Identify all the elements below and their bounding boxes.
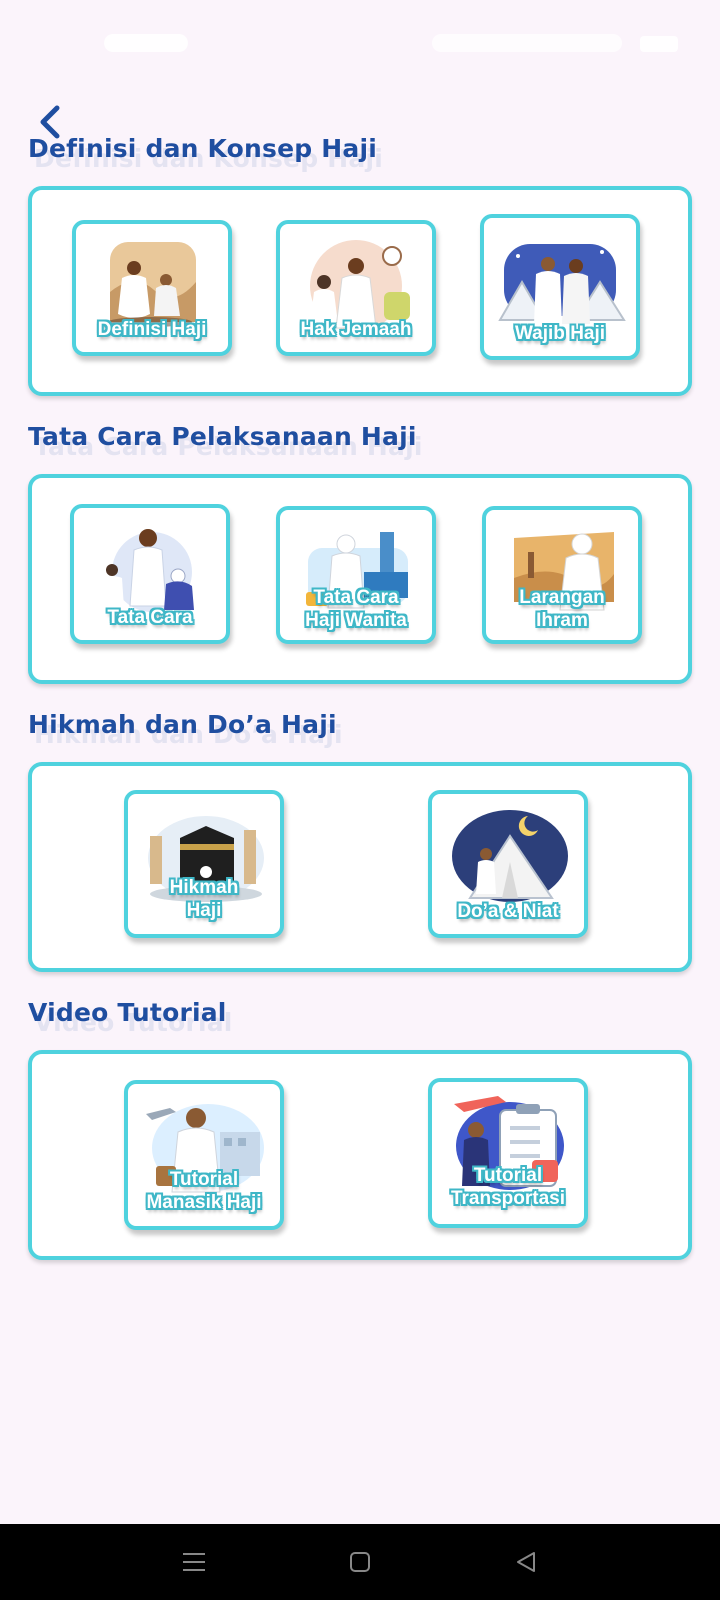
tile-doa-niat[interactable]: Do’a & Niat [428, 790, 588, 938]
tile-label-line: Haji Wanita [305, 610, 407, 631]
tile-label-line: Tutorial [169, 1169, 239, 1190]
tile-label-multiline: Tutorial Transportasi [432, 1164, 584, 1210]
tile-label-multiline: Hikmah Haji [128, 876, 280, 922]
recent-apps-button[interactable] [174, 1542, 214, 1582]
status-time [104, 34, 188, 52]
section-title-text: Hikmah dan Do’a Haji [28, 710, 337, 739]
tile-label-line: Tutorial [473, 1165, 543, 1186]
tile-definisi-haji[interactable]: Definisi Haji [72, 220, 232, 356]
tent-night-icon [452, 810, 568, 902]
tile-label-multiline: Larangan Ihram [486, 586, 638, 632]
section-title-text: Tata Cara Pelaksanaan Haji [28, 422, 417, 451]
panel-definisi: Definisi Haji Hak Jemaah Wajib Haji [28, 186, 692, 396]
tile-label: Hak Jemaah [300, 319, 412, 340]
section-title-video: Video Tutorial Video Tutorial [28, 998, 232, 1037]
battery-icon [640, 36, 678, 52]
tile-label-line: Ihram [536, 610, 588, 631]
section-title-definisi: Definisi dan Konsep Haji Definisi dan Ko… [28, 134, 383, 173]
tile-label: Definisi Haji [97, 319, 207, 340]
panel-tata-cara: Tata Cara Tata Cara Haji Wanita Larangan… [28, 474, 692, 684]
tile-label-line: Haji [186, 900, 222, 921]
panel-hikmah: Hikmah Haji Do’a & Niat [28, 762, 692, 972]
system-navigation-bar [0, 1524, 720, 1600]
tile-tutorial-transportasi[interactable]: Tutorial Transportasi [428, 1078, 588, 1228]
section-title-hikmah: Hikmah dan Do’a Haji Hikmah dan Do’a Haj… [28, 710, 343, 749]
tile-label: Wajib Haji [514, 323, 606, 344]
back-triangle-icon [517, 1552, 535, 1572]
section-title-text: Video Tutorial [28, 998, 227, 1027]
menu-icon [183, 1553, 205, 1571]
panel-video: Tutorial Manasik Haji Tutorial Transport… [28, 1050, 692, 1260]
status-icons [432, 34, 622, 52]
tile-label-line: Manasik Haji [146, 1192, 262, 1213]
tile-label: Tata Cara [107, 607, 193, 628]
tile-label-line: Transportasi [450, 1188, 566, 1209]
section-title-tata-cara: Tata Cara Pelaksanaan Haji Tata Cara Pel… [28, 422, 422, 461]
home-icon [350, 1552, 370, 1572]
tile-label: Do’a & Niat [457, 901, 559, 922]
tile-wajib-haji[interactable]: Wajib Haji [480, 214, 640, 360]
tile-label-line: Tata Cara [313, 587, 399, 608]
section-title-text: Definisi dan Konsep Haji [28, 134, 378, 163]
tile-tata-cara[interactable]: Tata Cara [70, 504, 230, 644]
status-bar [0, 0, 720, 70]
tile-tata-cara-haji-wanita[interactable]: Tata Cara Haji Wanita [276, 506, 436, 644]
screen: Definisi dan Konsep Haji Definisi dan Ko… [0, 0, 720, 1600]
tile-label-multiline: Tutorial Manasik Haji [128, 1168, 280, 1214]
tile-hikmah-haji[interactable]: Hikmah Haji [124, 790, 284, 938]
home-button[interactable] [340, 1542, 380, 1582]
system-back-button[interactable] [506, 1542, 546, 1582]
tile-label-line: Larangan [519, 587, 605, 608]
tile-label-multiline: Tata Cara Haji Wanita [280, 586, 432, 632]
tile-label-line: Hikmah [169, 877, 239, 898]
tile-larangan-ihram[interactable]: Larangan Ihram [482, 506, 642, 644]
tile-hak-jemaah[interactable]: Hak Jemaah [276, 220, 436, 356]
tile-tutorial-manasik-haji[interactable]: Tutorial Manasik Haji [124, 1080, 284, 1230]
